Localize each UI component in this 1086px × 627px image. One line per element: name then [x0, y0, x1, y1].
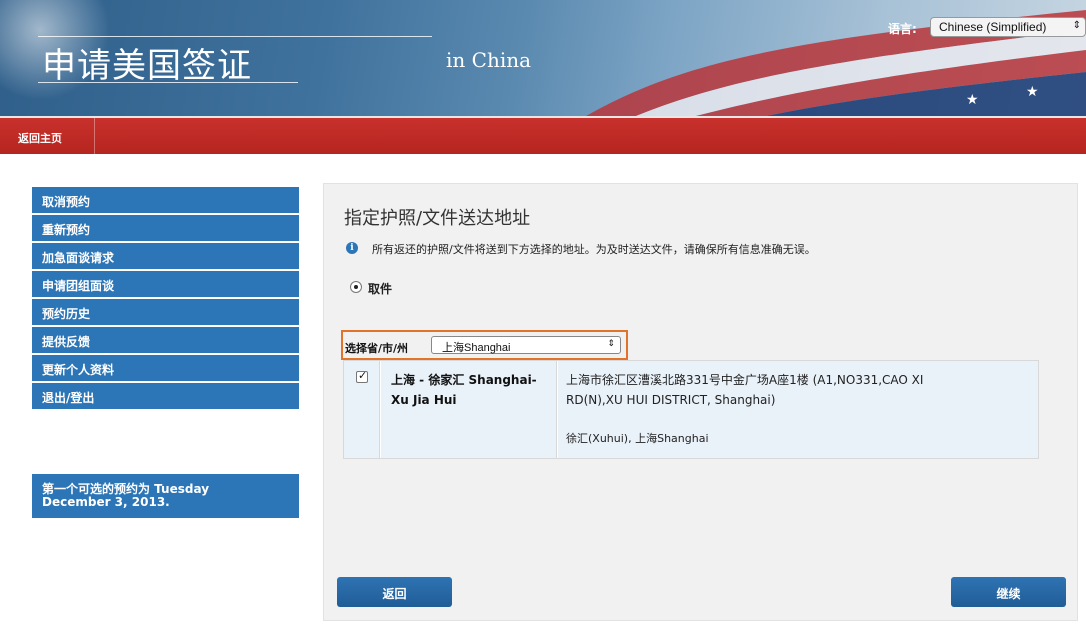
page-title: 指定护照/文件送达地址 [344, 208, 531, 229]
notice-line-2: December 3, 2013. [42, 495, 170, 509]
select-arrows-icon: ⇕ [1072, 20, 1081, 31]
title-rule-top [38, 36, 432, 37]
location-name-line-1: 上海 - 徐家汇 Shanghai- [391, 373, 537, 387]
location-address: 上海市徐汇区漕溪北路331号中金广场A座1楼 (A1,NO331,CAO XI … [566, 370, 1006, 410]
location-district: 徐汇(Xuhui), 上海Shanghai [566, 432, 709, 445]
home-link[interactable]: 返回主页 [18, 130, 62, 146]
language-select-value: Chinese (Simplified) [939, 20, 1047, 34]
sidebar-item-profile[interactable]: 更新个人资料 [32, 355, 299, 381]
province-select[interactable]: 上海Shanghai ⇕ [431, 336, 621, 354]
header-banner: ★ ★ 申请美国签证 in China 语言: Chinese (Simplif… [0, 0, 1086, 116]
sidebar-item-expedite[interactable]: 加急面谈请求 [32, 243, 299, 269]
nav-bar: 返回主页 [0, 116, 1086, 154]
nav-divider [94, 118, 95, 154]
info-message: 所有返还的护照/文件将送到下方选择的地址。为及时送达文件，请确保所有信息准确无误… [372, 243, 816, 256]
language-label: 语言: [888, 22, 917, 36]
pickup-radio-label: 取件 [368, 282, 393, 296]
site-title: 申请美国签证 [42, 46, 252, 86]
info-icon: i [346, 242, 358, 254]
sidebar-item-history[interactable]: 预约历史 [32, 299, 299, 325]
svg-text:★: ★ [1026, 84, 1039, 100]
province-select-value: 上海Shanghai [442, 342, 511, 354]
sidebar-item-logout[interactable]: 退出/登出 [32, 383, 299, 409]
sidebar-item-feedback[interactable]: 提供反馈 [32, 327, 299, 353]
back-button[interactable]: 返回 [337, 577, 452, 607]
svg-text:★: ★ [966, 92, 979, 108]
sidebar-item-reschedule[interactable]: 重新预约 [32, 215, 299, 241]
province-selector-group: 选择省/市/州 上海Shanghai ⇕ [341, 330, 628, 360]
location-name-cell: 上海 - 徐家汇 Shanghai- Xu Jia Hui [381, 361, 557, 458]
location-name-line-2: Xu Jia Hui [391, 393, 457, 407]
location-name: 上海 - 徐家汇 Shanghai- Xu Jia Hui [391, 370, 551, 410]
pickup-radio[interactable] [350, 281, 362, 293]
select-arrows-icon: ⇕ [607, 338, 615, 348]
sidebar-item-cancel[interactable]: 取消预约 [32, 187, 299, 213]
location-address-line-1: 上海市徐汇区漕溪北路331号中金广场A座1楼 (A1,NO331,CAO XI [566, 373, 924, 387]
site-subtitle: in China [446, 48, 532, 72]
location-checkbox[interactable] [356, 369, 368, 383]
main-panel: 指定护照/文件送达地址 i 所有返还的护照/文件将送到下方选择的地址。为及时送达… [323, 183, 1078, 621]
title-rule-bottom [38, 82, 298, 83]
sidebar-item-group[interactable]: 申请团组面谈 [32, 271, 299, 297]
location-check-cell [344, 361, 380, 458]
language-select[interactable]: Chinese (Simplified) ⇕ [930, 17, 1086, 37]
sidebar-menu: 取消预约 重新预约 加急面谈请求 申请团组面谈 预约历史 提供反馈 更新个人资料… [32, 187, 299, 411]
location-address-line-2: RD(N),XU HUI DISTRICT, Shanghai) [566, 393, 776, 407]
continue-button[interactable]: 继续 [951, 577, 1066, 607]
location-table: 上海 - 徐家汇 Shanghai- Xu Jia Hui 上海市徐汇区漕溪北路… [343, 360, 1039, 459]
province-label: 选择省/市/州 [345, 342, 409, 355]
first-appointment-notice: 第一个可选的预约为 Tuesday December 3, 2013. [32, 474, 299, 518]
location-address-cell: 上海市徐汇区漕溪北路331号中金广场A座1楼 (A1,NO331,CAO XI … [558, 361, 1038, 458]
